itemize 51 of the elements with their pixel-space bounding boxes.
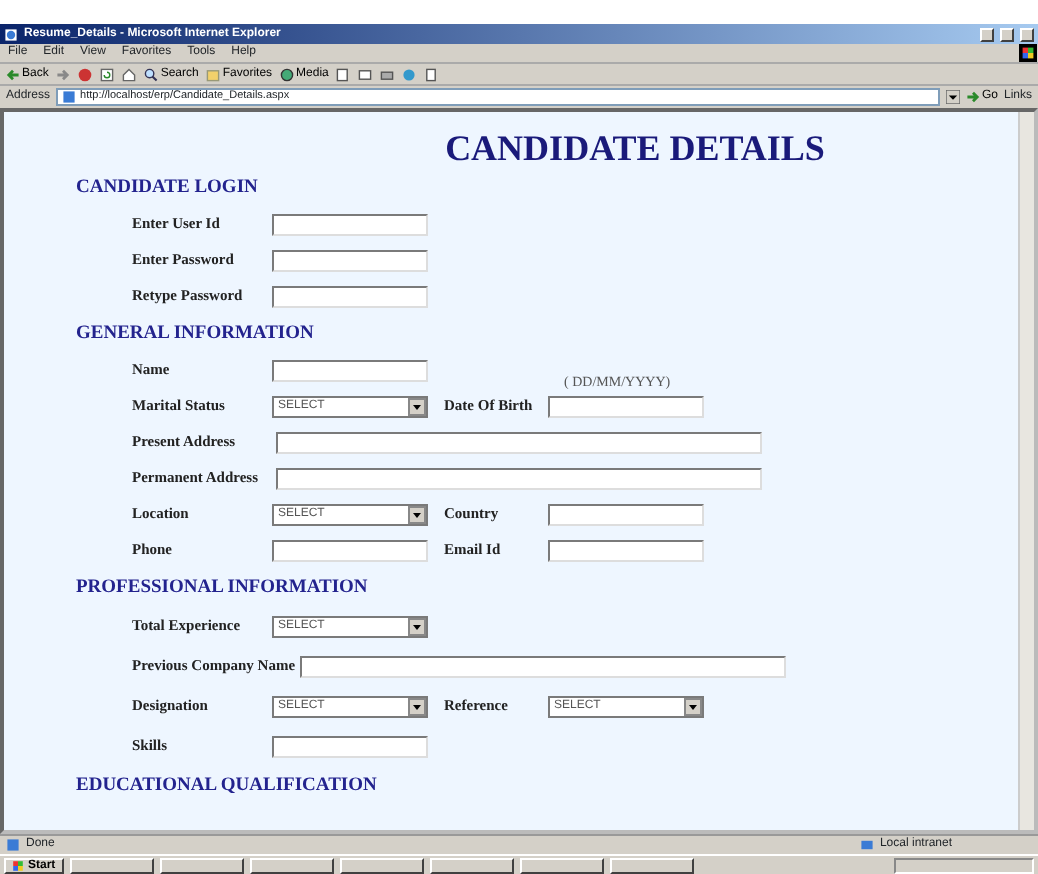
media-icon xyxy=(280,67,295,81)
dropdown-arrow-icon xyxy=(412,621,422,631)
input-field[interactable] xyxy=(548,539,704,561)
page-icon xyxy=(62,90,77,104)
input-field[interactable] xyxy=(272,735,428,757)
stop-icon[interactable] xyxy=(78,67,93,81)
input-field[interactable] xyxy=(272,539,428,561)
minimize-button[interactable] xyxy=(980,27,994,41)
dropdown-arrow-icon xyxy=(945,90,960,104)
search-icon xyxy=(144,67,159,81)
dropdown-arrow-icon xyxy=(412,401,422,411)
input-field[interactable] xyxy=(272,213,428,235)
input-field[interactable] xyxy=(548,396,704,419)
taskbar-button[interactable] xyxy=(609,857,694,873)
section-heading: CANDIDATE LOGIN xyxy=(76,178,260,200)
taskbar-button[interactable] xyxy=(159,857,244,873)
taskbar-button[interactable] xyxy=(339,857,424,873)
dropdown-arrow-icon xyxy=(412,701,422,711)
home-icon[interactable] xyxy=(122,67,137,81)
taskbar-button[interactable] xyxy=(69,857,154,873)
section-heading: PROFESSIONAL INFORMATION xyxy=(76,578,370,600)
dropdown-arrow-icon xyxy=(688,701,698,711)
taskbar-button[interactable] xyxy=(429,857,514,873)
windows-logo-icon xyxy=(1018,44,1038,62)
history-icon[interactable] xyxy=(336,67,351,81)
input-field[interactable] xyxy=(548,503,704,525)
input-field[interactable] xyxy=(276,431,762,453)
go-arrow-icon xyxy=(965,90,980,104)
refresh-icon[interactable] xyxy=(100,67,115,81)
taskbar-button[interactable] xyxy=(519,857,604,873)
input-field[interactable] xyxy=(272,359,428,381)
taskbar-button[interactable] xyxy=(249,857,334,873)
vertical-scrollbar[interactable] xyxy=(1018,112,1034,830)
section-heading: EDUCATIONAL QUALIFICATION xyxy=(76,776,379,798)
back-arrow-icon xyxy=(6,67,20,81)
mail-icon[interactable] xyxy=(358,67,373,81)
dropdown-arrow-icon xyxy=(412,509,422,519)
ie-page-icon xyxy=(4,27,18,41)
printer-icon[interactable] xyxy=(380,67,395,81)
section-heading: GENERAL INFORMATION xyxy=(76,324,316,346)
page-icon xyxy=(6,838,20,852)
windows-logo-icon xyxy=(12,859,24,871)
close-button[interactable] xyxy=(1020,27,1034,41)
maximize-button[interactable] xyxy=(1000,27,1014,41)
system-tray xyxy=(894,857,1034,873)
intranet-icon xyxy=(859,838,874,852)
page-title: CANDIDATE DETAILS xyxy=(443,128,827,168)
input-field[interactable] xyxy=(272,285,428,307)
input-field[interactable] xyxy=(272,249,428,271)
input-field[interactable] xyxy=(299,655,786,677)
input-field[interactable] xyxy=(276,467,762,489)
